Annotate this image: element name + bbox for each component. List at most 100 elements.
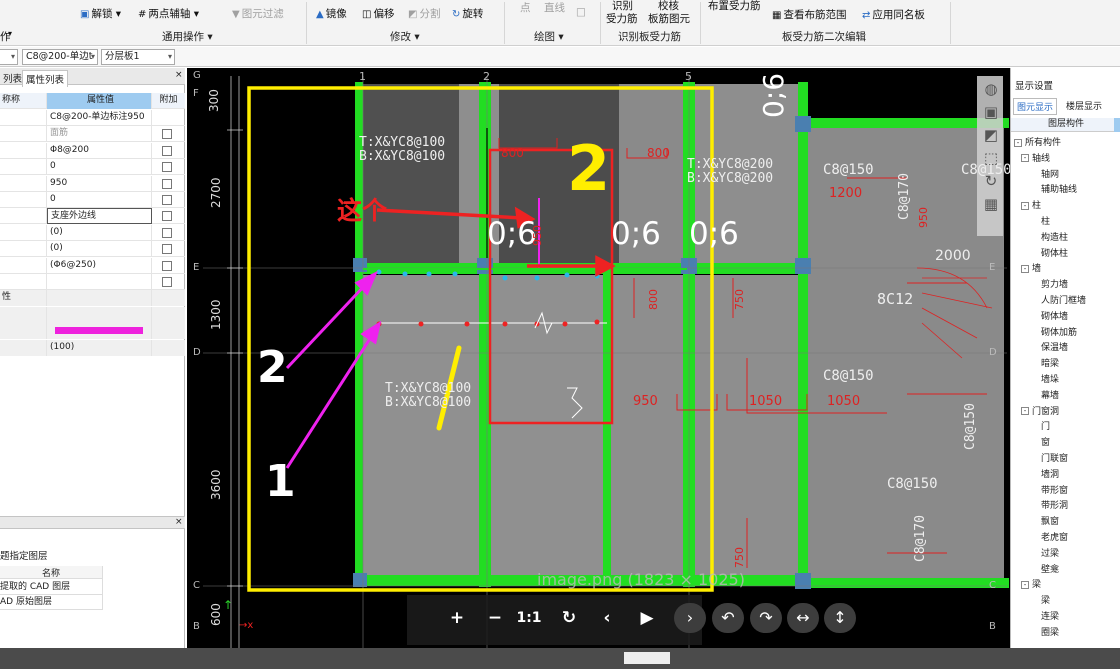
refresh-icon[interactable]: ↻ [981, 170, 1001, 193]
attach-checkbox[interactable] [162, 129, 172, 140]
tree-item[interactable]: -墙 [1021, 261, 1041, 274]
tree-item[interactable]: - 所有构件 [1014, 135, 1061, 148]
property-value[interactable]: 面筋 [47, 126, 152, 143]
attach-checkbox[interactable] [162, 211, 172, 222]
tree-item[interactable]: 柱 [1041, 214, 1050, 227]
tree-item[interactable]: 轴网 [1041, 167, 1059, 180]
tree-item[interactable]: 门联窗 [1041, 451, 1068, 464]
property-row[interactable]: 0 [0, 192, 185, 208]
line-button[interactable]: 直线 [544, 0, 565, 15]
tree-item[interactable]: 老虎窗 [1041, 530, 1068, 543]
rect-icon[interactable]: □ [576, 6, 586, 18]
attach-checkbox[interactable] [162, 260, 172, 271]
cube-3d-icon[interactable]: ⬚ [981, 147, 1001, 170]
zoom-out-button[interactable]: − [484, 603, 506, 633]
tree-item[interactable]: 连梁 [1041, 609, 1059, 622]
tree-item[interactable]: 飘窗 [1041, 514, 1059, 527]
property-row[interactable]: (100) [0, 339, 185, 356]
next-image-button[interactable]: › [674, 603, 706, 633]
property-value[interactable] [47, 306, 152, 323]
redo-rotate-button[interactable]: ↷ [750, 603, 782, 633]
place-rebar-button[interactable]: 布置受力筋 [708, 0, 761, 13]
layer-slab-combo[interactable]: 分层板1 ▾ [101, 49, 175, 65]
zoom-in-button[interactable]: + [446, 603, 468, 633]
tree-item[interactable]: 保温墙 [1041, 340, 1068, 353]
attach-checkbox[interactable] [162, 145, 172, 156]
property-value[interactable]: C8@200-单边标注950 [47, 110, 152, 126]
property-value[interactable]: 0 [47, 192, 152, 208]
property-row[interactable] [0, 274, 185, 290]
tree-item[interactable]: 壁龛 [1041, 562, 1059, 575]
element-filter-button[interactable]: ▼ 图元过滤 [232, 6, 284, 21]
property-row[interactable] [0, 323, 185, 340]
property-value[interactable]: (Φ6@250) [47, 257, 152, 274]
split-button[interactable]: ◩ 分割 [408, 6, 440, 21]
tab-floor-display[interactable]: 楼层显示 [1063, 98, 1105, 113]
property-row[interactable]: 0 [0, 159, 185, 176]
tree-item[interactable]: 墙洞 [1041, 467, 1059, 480]
tree-item[interactable]: 砌体加筋 [1041, 325, 1077, 338]
property-row[interactable]: 性 [0, 290, 185, 307]
view-rebar-range-button[interactable]: ▦ 查看布筋范围 [772, 7, 846, 22]
tree-item[interactable]: -柱 [1021, 198, 1041, 211]
tree-item[interactable]: 构造柱 [1041, 230, 1068, 243]
attach-checkbox[interactable] [162, 195, 172, 205]
property-row[interactable]: C8@200-单边标注950 [0, 110, 185, 126]
offset-button[interactable]: ◫ 偏移 [362, 6, 394, 21]
property-value[interactable] [47, 323, 152, 340]
attach-checkbox[interactable] [162, 178, 172, 189]
tree-item[interactable]: 人防门框墙 [1041, 293, 1086, 306]
tree-item[interactable]: 幕墙 [1041, 388, 1059, 401]
property-row[interactable]: (Φ6@250) [0, 257, 185, 274]
close-icon[interactable]: × [175, 517, 183, 527]
tab-property-list[interactable]: 属性列表 [22, 70, 69, 87]
tree-item[interactable]: 窗 [1041, 435, 1050, 448]
tree-item[interactable]: 砌体墙 [1041, 309, 1068, 322]
property-value[interactable]: 0 [47, 159, 152, 176]
property-value[interactable]: (0) [47, 241, 152, 258]
cube-iso-icon[interactable]: ◩ [981, 124, 1001, 147]
property-row[interactable]: (0) [0, 224, 185, 241]
color-swatch[interactable] [55, 327, 143, 335]
property-row[interactable]: Φ8@200 [0, 142, 185, 159]
grid-toggle-icon[interactable]: ▦ [981, 193, 1001, 216]
tree-item[interactable]: 带形洞 [1041, 498, 1068, 511]
point-button[interactable]: 点 [520, 0, 531, 15]
tree-item[interactable]: 辅助轴线 [1041, 182, 1077, 195]
property-row[interactable]: 950 [0, 175, 185, 192]
drawing-canvas[interactable]: 1 2 5 1 3 6 G F E D C B E D C B 300 2700… [187, 68, 1010, 668]
tree-item[interactable]: - 轴线 [1021, 151, 1050, 164]
tree-item[interactable]: -梁 [1021, 577, 1041, 590]
two-point-axis-button[interactable]: # 两点辅轴 ▾ [138, 6, 199, 21]
apply-same-slab-button[interactable]: ⇄ 应用同名板 [862, 7, 925, 22]
collapse-icon[interactable]: - [1021, 154, 1029, 163]
orbit-icon[interactable]: ◍ [981, 78, 1001, 101]
property-value[interactable] [47, 290, 152, 307]
attach-checkbox[interactable] [162, 244, 172, 255]
collapse-icon[interactable]: - [1021, 407, 1029, 416]
collapse-icon[interactable]: - [1021, 580, 1029, 589]
property-row[interactable] [0, 306, 185, 323]
slab-rebar-element-button[interactable]: 板筋图元 [648, 11, 690, 26]
flip-horizontal-button[interactable]: ↔ [787, 603, 819, 633]
property-value[interactable] [47, 274, 152, 290]
property-value[interactable]: Φ8@200 [47, 142, 152, 159]
tree-item[interactable]: 圈梁 [1041, 625, 1059, 638]
play-button[interactable]: ▶ [636, 603, 658, 633]
unlock-button[interactable]: ▣ 解锁 ▾ [80, 6, 121, 21]
collapse-icon[interactable]: - [1021, 264, 1029, 273]
attach-checkbox[interactable] [162, 227, 172, 238]
prev-image-button[interactable]: ‹ [596, 603, 618, 633]
rebar-name-combo[interactable]: C8@200-单边t ▾ [22, 49, 98, 65]
tree-item[interactable]: 剪力墙 [1041, 277, 1068, 290]
property-value[interactable]: (100) [47, 339, 152, 356]
tree-item[interactable]: 砌体柱 [1041, 246, 1068, 259]
property-value[interactable]: 支座外边线 [47, 208, 152, 225]
rotate-button[interactable]: ↻ 旋转 [452, 6, 483, 21]
flip-vertical-button[interactable]: ↕ [824, 603, 856, 633]
mirror-button[interactable]: ▲ 镜像 [316, 6, 347, 21]
tab-element-display[interactable]: 图元显示 [1013, 98, 1058, 115]
collapse-icon[interactable]: - [1021, 201, 1029, 210]
rotate-view-button[interactable]: ↻ [558, 603, 580, 633]
tree-item[interactable]: 梁 [1041, 593, 1050, 606]
